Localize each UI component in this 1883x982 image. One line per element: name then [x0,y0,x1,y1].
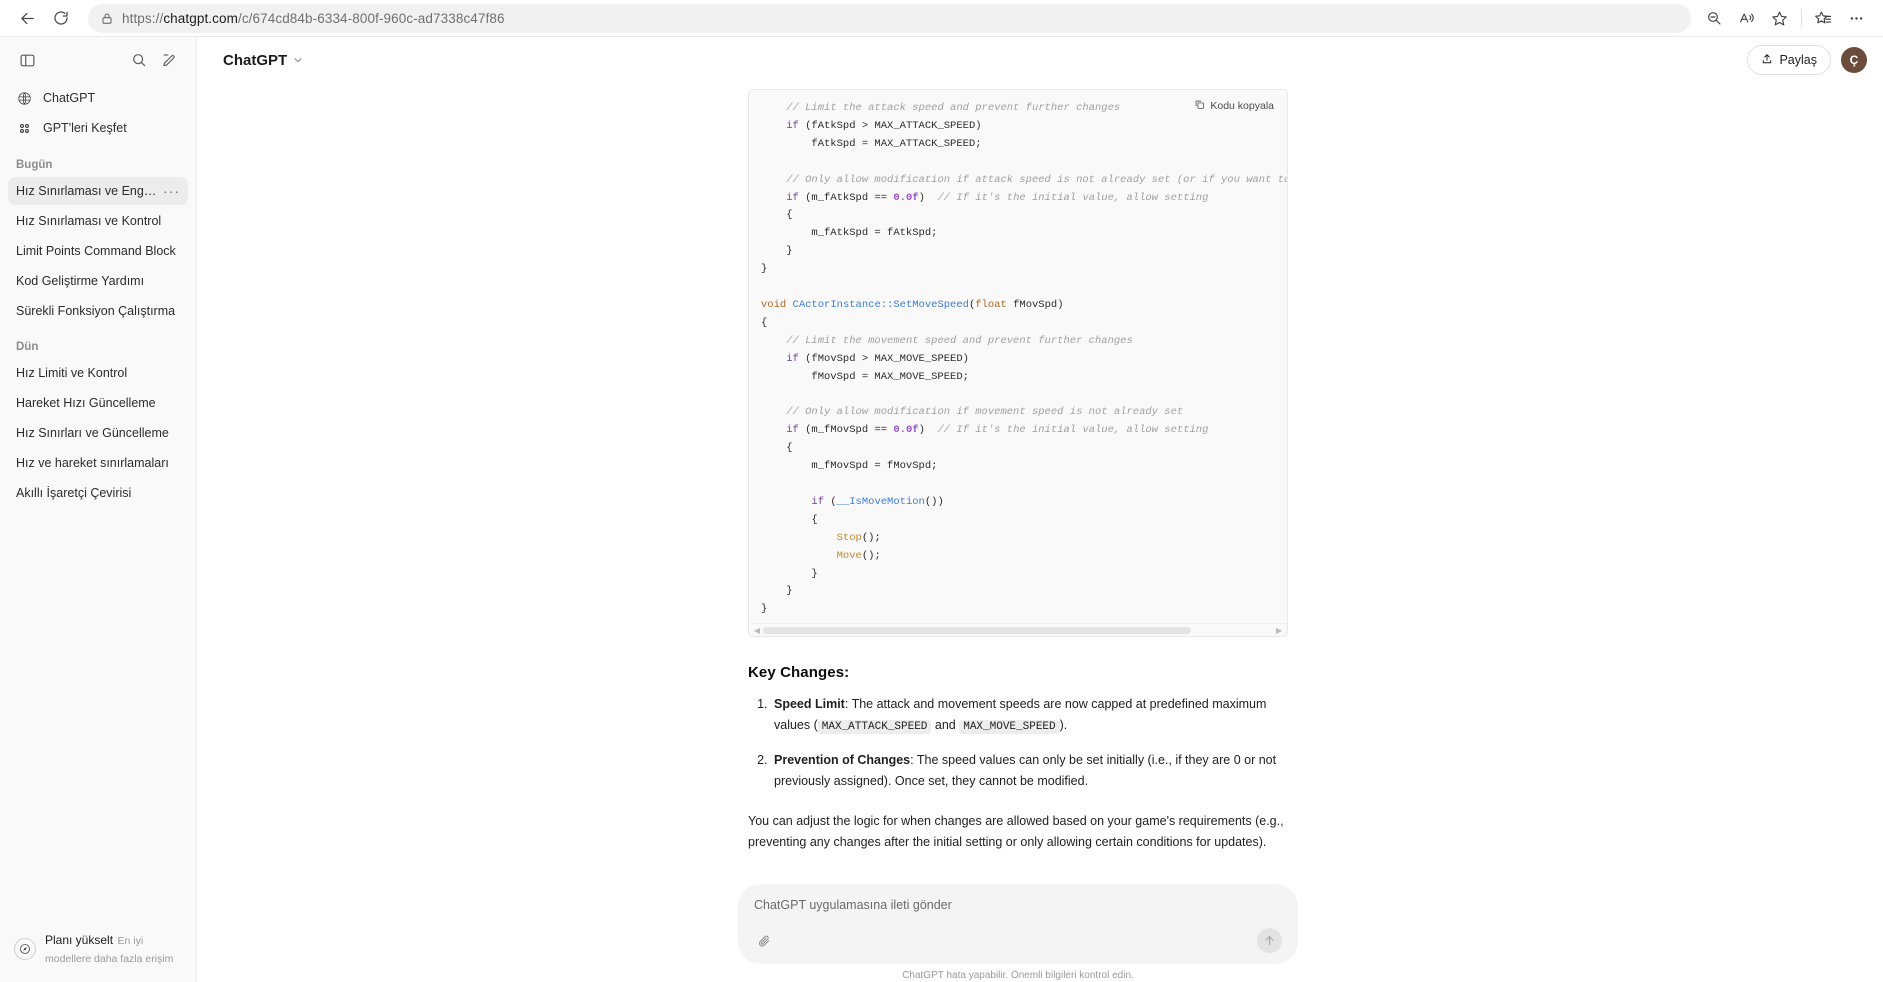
upgrade-plan-title: Planı yükselt [45,933,114,947]
favorite-icon[interactable] [1763,3,1796,33]
chat-list-item[interactable]: Hız Sınırları ve Güncelleme [8,419,188,447]
chat-item-title: Sürekli Fonksiyon Çalıştırma [16,304,176,318]
code-block: Kodu kopyala // Limit the attack speed a… [748,89,1288,638]
settings-more-icon[interactable] [1840,3,1873,33]
list-item: Prevention of Changes: The speed values … [771,750,1288,792]
share-button-label: Paylaş [1779,53,1817,67]
send-arrow-up-icon[interactable] [1257,928,1282,953]
assistant-message: Kodu kopyala // Limit the attack speed a… [748,89,1288,870]
scroll-right-arrow-icon[interactable]: ▶ [1273,626,1285,635]
upgrade-plan-button[interactable]: Planı yükselt En iyi modellere daha fazl… [8,926,188,972]
chat-list-item[interactable]: Hız ve hareket sınırlamaları [8,449,188,477]
sidebar-toggle-icon[interactable] [12,45,42,75]
message-input[interactable]: ChatGPT uygulamasına ileti gönder [754,898,1282,912]
composer-area: ChatGPT uygulamasına ileti gönder ChatGP… [197,870,1883,982]
list-item: Speed Limit: The attack and movement spe… [771,694,1288,738]
list-item-text-mid: and [931,718,960,733]
model-name: ChatGPT [223,51,288,69]
site-lock-icon [101,12,113,25]
conversation-scroll[interactable]: Kodu kopyala // Limit the attack speed a… [197,83,1883,870]
sidebar-group-label-yesterday: Dün [16,341,39,353]
paperclip-icon[interactable] [754,931,774,951]
inline-code: MAX_ATTACK_SPEED [817,720,932,735]
chat-item-title: Akıllı İşaretçi Çevirisi [16,486,132,500]
chat-item-title: Hız Sınırlaması ve Engelleme [16,184,157,198]
key-changes-heading: Key Changes: [748,664,850,682]
share-upload-icon [1761,53,1773,68]
copy-code-label: Kodu kopyala [1210,100,1274,112]
grid-apps-icon [16,120,33,137]
list-item-text-after: ). [1059,718,1068,733]
chat-item-title: Limit Points Command Block [16,244,176,258]
browser-back-button[interactable] [10,3,44,33]
scrollbar-track[interactable] [763,626,1273,634]
list-item-term: Speed Limit [774,697,845,712]
main-area: ChatGPT Paylaş Ç Kodu kopyala // Limit t… [197,37,1883,982]
collections-icon[interactable] [1807,3,1840,33]
inline-code: MAX_MOVE_SPEED [959,720,1060,735]
sidebar-group-label-today: Bugün [16,159,53,171]
chat-item-title: Kod Geliştirme Yardımı [16,274,145,288]
key-changes-list: Speed Limit: The attack and movement spe… [748,694,1288,791]
avatar[interactable]: Ç [1841,47,1867,73]
toolbar-divider [1801,9,1802,27]
sidebar-item-explore-gpts[interactable]: GPT'leri Keşfet [8,113,188,143]
sidebar-footer: Planı yükselt En iyi modellere daha fazl… [0,920,196,982]
chat-item-title: Hız Sınırlaması ve Kontrol [16,214,162,228]
browser-reload-button[interactable] [44,3,78,33]
composer-toolbar [754,928,1282,953]
address-bar-url: https://chatgpt.com/c/674cd84b-6334-800f… [122,10,505,26]
chat-item-title: Hız Sınırları ve Güncelleme [16,426,169,440]
chat-item-title: Hareket Hızı Güncelleme [16,396,156,410]
chat-list-item[interactable]: Hareket Hızı Güncelleme [8,389,188,417]
list-item-term: Prevention of Changes [774,752,911,767]
sidebar-item-chatgpt[interactable]: ChatGPT [8,83,188,113]
copy-icon [1194,99,1205,113]
composer-disclaimer: ChatGPT hata yapabilir. Önemli bilgileri… [902,970,1134,981]
upgrade-sparkle-icon [14,938,36,960]
closing-paragraph: You can adjust the logic for when change… [748,814,1284,850]
chatgpt-logo-icon [16,90,33,107]
chat-list-item[interactable]: Hız Limiti ve Kontrol [8,359,188,387]
chatgpt-app: ChatGPT GPT'leri Keşfet Bugün Hız Sınırl… [0,36,1883,982]
header-actions: Paylaş Ç [1747,45,1867,75]
search-icon[interactable] [124,45,154,75]
model-picker-button[interactable]: ChatGPT [215,48,312,73]
share-button[interactable]: Paylaş [1747,45,1831,75]
sidebar: ChatGPT GPT'leri Keşfet Bugün Hız Sınırl… [0,37,197,982]
chat-list-item-active[interactable]: Hız Sınırlaması ve Engelleme ··· [8,177,188,205]
chat-list-item[interactable]: Akıllı İşaretçi Çevirisi [8,479,188,507]
sidebar-item-label: GPT'leri Keşfet [43,121,127,135]
sidebar-content: ChatGPT GPT'leri Keşfet Bugün Hız Sınırl… [0,83,196,920]
chat-list-item[interactable]: Limit Points Command Block [8,237,188,265]
chat-list-item[interactable]: Sürekli Fonksiyon Çalıştırma [8,297,188,325]
composer[interactable]: ChatGPT uygulamasına ileti gönder [738,884,1298,964]
new-chat-icon[interactable] [154,45,184,75]
code-scroll-viewport[interactable]: // Limit the attack speed and prevent fu… [749,90,1287,623]
chevron-down-icon [292,54,304,66]
scrollbar-thumb[interactable] [763,626,1192,634]
chat-list-item[interactable]: Hız Sınırlaması ve Kontrol [8,207,188,235]
sidebar-item-label: ChatGPT [43,91,96,105]
zoom-out-icon[interactable] [1697,3,1730,33]
copy-code-button[interactable]: Kodu kopyala [1190,97,1278,115]
address-bar[interactable]: https://chatgpt.com/c/674cd84b-6334-800f… [88,3,1691,33]
upgrade-plan-text: Planı yükselt En iyi modellere daha fazl… [45,931,182,967]
sidebar-header [0,37,196,83]
chat-item-title: Hız ve hareket sınırlamaları [16,456,169,470]
read-aloud-icon[interactable] [1730,3,1763,33]
conversation-header: ChatGPT Paylaş Ç [197,37,1883,83]
chat-item-menu-icon[interactable]: ··· [157,184,180,198]
code-horizontal-scrollbar[interactable]: ◀ ▶ [749,623,1287,637]
chat-item-title: Hız Limiti ve Kontrol [16,366,128,380]
code-content: // Limit the attack speed and prevent fu… [761,102,1287,616]
chat-list-item[interactable]: Kod Geliştirme Yardımı [8,267,188,295]
browser-toolbar-actions [1697,3,1873,33]
browser-toolbar: https://chatgpt.com/c/674cd84b-6334-800f… [0,0,1883,36]
scroll-left-arrow-icon[interactable]: ◀ [751,626,763,635]
